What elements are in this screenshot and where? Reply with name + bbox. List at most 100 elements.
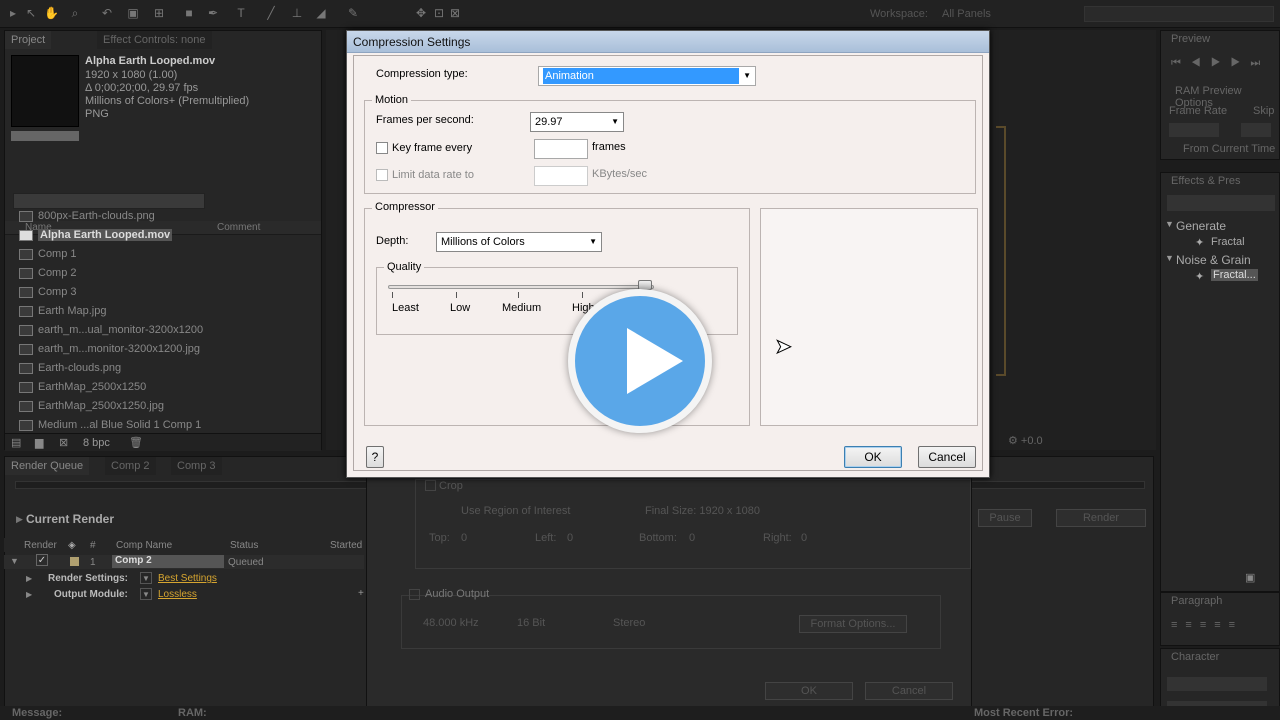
col-render[interactable]: Render xyxy=(24,540,57,551)
sample-rate-select[interactable]: 48.000 kHz xyxy=(423,617,479,629)
skip-select[interactable] xyxy=(1241,123,1271,137)
tab-paragraph[interactable]: Paragraph xyxy=(1171,595,1222,607)
effect-fractal[interactable]: Fractal xyxy=(1211,236,1245,248)
list-item[interactable]: earth_m...ual_monitor-3200x1200 xyxy=(19,321,309,340)
axis-local-icon[interactable]: ✥ xyxy=(414,6,428,20)
channels-select[interactable]: Stereo xyxy=(613,617,645,629)
fps-select[interactable]: 29.97 ▼ xyxy=(530,112,624,132)
folder-icon[interactable]: ▆ xyxy=(35,436,43,449)
render-button[interactable]: Render xyxy=(1056,509,1146,527)
add-output-module-icon[interactable]: + xyxy=(358,588,364,599)
tab-preview[interactable]: Preview xyxy=(1171,33,1210,45)
frame-rate-select[interactable] xyxy=(1169,123,1219,137)
clone-tool-icon[interactable]: ⊥ xyxy=(290,6,304,20)
axis-view-icon[interactable]: ⊠ xyxy=(448,6,462,20)
new-preset-icon[interactable]: ▣ xyxy=(1245,571,1255,584)
cancel-button[interactable]: Cancel xyxy=(918,446,976,468)
row-comp-name[interactable]: Comp 2 xyxy=(112,555,224,568)
help-button[interactable]: ? xyxy=(366,446,384,468)
depth-select[interactable]: Millions of Colors ▼ xyxy=(436,232,602,252)
expand-row-icon[interactable]: ▼ xyxy=(10,556,19,566)
crop-checkbox[interactable] xyxy=(425,480,436,491)
output-module-link[interactable]: Lossless xyxy=(158,589,197,600)
list-item[interactable]: Alpha Earth Looped.mov xyxy=(19,226,309,245)
workspace-select[interactable]: All Panels xyxy=(942,8,991,20)
alignment-icons[interactable]: ≡≡≡≡≡ xyxy=(1171,619,1243,631)
playback-controls-icon[interactable]: ⏮◀▶▶⏭ xyxy=(1171,57,1270,70)
expand-output-module-icon[interactable]: ▶ xyxy=(26,590,32,599)
compression-type-select[interactable]: Animation ▼ xyxy=(538,66,756,86)
data-rate-input[interactable] xyxy=(534,166,588,186)
quality-slider-track[interactable] xyxy=(388,285,654,289)
effect-fractal-noise[interactable]: Fractal... xyxy=(1211,269,1258,281)
list-item[interactable]: Earth Map.jpg xyxy=(19,302,309,321)
tab-comp-3[interactable]: Comp 3 xyxy=(171,457,222,475)
zoom-tool-icon[interactable]: ⌕ xyxy=(68,6,82,20)
puppet-tool-icon[interactable]: ✎ xyxy=(346,6,360,20)
list-item[interactable]: Comp 1 xyxy=(19,245,309,264)
render-checkbox[interactable]: ✓ xyxy=(36,554,48,566)
list-item[interactable]: Comp 3 xyxy=(19,283,309,302)
tab-project[interactable]: Project xyxy=(5,31,52,49)
tab-effect-controls[interactable]: Effect Controls: none xyxy=(97,31,212,49)
col-comp-name[interactable]: Comp Name xyxy=(116,540,172,551)
tab-comp-2[interactable]: Comp 2 xyxy=(105,457,156,475)
ok-button[interactable]: OK xyxy=(844,446,902,468)
list-item[interactable]: EarthMap_2500x1250.jpg xyxy=(19,397,309,416)
crop-top-value[interactable]: 0 xyxy=(461,532,467,544)
text-tool-icon[interactable]: T xyxy=(234,6,248,20)
crop-left-value[interactable]: 0 xyxy=(567,532,573,544)
category-noise-grain[interactable]: Noise & Grain xyxy=(1176,253,1251,267)
trash-icon[interactable]: 🗑 xyxy=(129,436,143,449)
list-item[interactable]: EarthMap_2500x1250 xyxy=(19,378,309,397)
list-item[interactable]: earth_m...monitor-3200x1200.jpg xyxy=(19,340,309,359)
selection-tool-icon[interactable]: ▸ xyxy=(6,6,20,20)
label-color-swatch[interactable] xyxy=(70,557,79,566)
expand-noise-icon[interactable]: ▼ xyxy=(1165,253,1174,263)
pan-behind-tool-icon[interactable]: ⊞ xyxy=(152,6,166,20)
bit-depth-select[interactable]: 16 Bit xyxy=(517,617,545,629)
col-number[interactable]: # xyxy=(90,540,96,551)
crop-right-value[interactable]: 0 xyxy=(801,532,807,544)
list-item[interactable]: 800px-Earth-clouds.png xyxy=(19,207,309,226)
collapse-icon[interactable]: ▶ xyxy=(16,514,23,525)
eraser-tool-icon[interactable]: ◢ xyxy=(314,6,328,20)
exposure-icon[interactable]: ⚙ +0.0 xyxy=(1008,434,1043,447)
list-item[interactable]: Earth-clouds.png xyxy=(19,359,309,378)
key-frame-input[interactable] xyxy=(534,139,588,159)
tab-character[interactable]: Character xyxy=(1171,651,1219,663)
use-roi-label[interactable]: Use Region of Interest xyxy=(461,505,570,517)
rectangle-tool-icon[interactable]: ■ xyxy=(182,6,196,20)
tab-render-queue[interactable]: Render Queue xyxy=(5,457,90,475)
expand-render-settings-icon[interactable]: ▶ xyxy=(26,574,32,583)
tag-icon[interactable]: ◈ xyxy=(68,540,76,551)
search-help-input[interactable] xyxy=(1084,6,1274,22)
audio-output-checkbox[interactable] xyxy=(409,589,420,600)
rotate-tool-icon[interactable]: ↶ xyxy=(100,6,114,20)
limit-data-rate-checkbox[interactable] xyxy=(376,169,388,181)
pen-tool-icon[interactable]: ✒ xyxy=(206,6,220,20)
col-status[interactable]: Status xyxy=(230,540,258,551)
crop-bottom-value[interactable]: 0 xyxy=(689,532,695,544)
output-module-dropdown[interactable]: ▼ xyxy=(140,588,152,600)
list-item[interactable]: Comp 2 xyxy=(19,264,309,283)
key-frame-checkbox[interactable] xyxy=(376,142,388,154)
hand-tool-icon[interactable]: ✋ xyxy=(44,6,59,20)
footage-name[interactable]: Alpha Earth Looped.mov xyxy=(85,55,215,67)
interpret-footage-icon[interactable]: ▤ xyxy=(11,436,21,449)
brush-tool-icon[interactable]: ╱ xyxy=(264,6,278,20)
render-settings-dropdown[interactable]: ▼ xyxy=(140,572,152,584)
om-ok-button[interactable]: OK xyxy=(765,682,853,700)
new-comp-icon[interactable]: ⊠ xyxy=(59,436,68,449)
bpc-toggle[interactable]: 8 bpc xyxy=(83,437,110,449)
axis-world-icon[interactable]: ⊡ xyxy=(432,6,446,20)
tab-effects-presets[interactable]: Effects & Pres xyxy=(1171,175,1241,187)
col-started[interactable]: Started xyxy=(330,540,362,551)
effects-search-input[interactable] xyxy=(1167,195,1275,211)
arrow-tool-icon[interactable]: ↖ xyxy=(24,6,38,20)
format-options-button[interactable]: Format Options... xyxy=(799,615,907,633)
font-family-select[interactable] xyxy=(1167,677,1267,691)
render-settings-link[interactable]: Best Settings xyxy=(158,573,217,584)
om-cancel-button[interactable]: Cancel xyxy=(865,682,953,700)
from-current-time[interactable]: From Current Time xyxy=(1183,143,1275,155)
